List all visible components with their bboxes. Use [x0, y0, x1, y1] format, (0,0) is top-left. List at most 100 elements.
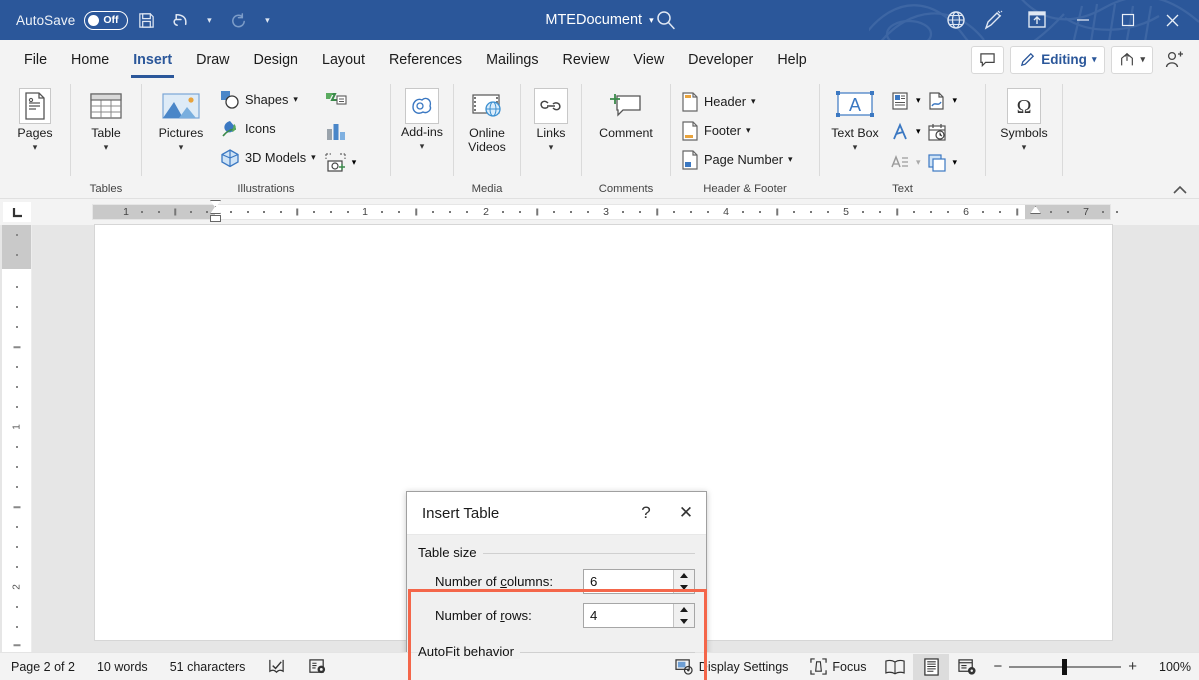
maximize-button[interactable] — [1105, 0, 1150, 40]
drop-cap-icon[interactable] — [886, 149, 914, 176]
tab-developer[interactable]: Developer — [676, 46, 765, 73]
text-box-button[interactable]: A Text Box ▾ — [826, 83, 884, 154]
tab-references[interactable]: References — [377, 46, 474, 73]
links-dropdown-icon[interactable]: ▾ — [549, 140, 554, 154]
undo-dropdown-icon[interactable]: ▾ — [198, 5, 220, 35]
document-title-dropdown-icon[interactable]: ▾ — [649, 16, 654, 25]
rows-stepper[interactable]: 4 — [583, 603, 695, 628]
dialog-close-button[interactable]: ✕ — [666, 492, 706, 534]
pages-dropdown-icon[interactable]: ▾ — [33, 140, 38, 154]
tab-review[interactable]: Review — [551, 46, 622, 73]
collapse-ribbon-icon[interactable] — [1171, 184, 1189, 196]
accessibility-checker-icon[interactable] — [297, 653, 338, 680]
tab-file[interactable]: File — [12, 46, 59, 73]
ribbon-display-options-icon[interactable] — [1014, 5, 1060, 35]
search-icon[interactable] — [655, 9, 677, 31]
zoom-track[interactable] — [1009, 666, 1121, 668]
autosave-toggle[interactable]: Off — [84, 11, 128, 30]
print-layout-icon[interactable] — [913, 654, 949, 680]
columns-stepper[interactable]: 6 — [583, 569, 695, 594]
tab-mailings[interactable]: Mailings — [474, 46, 550, 73]
signature-line-icon[interactable] — [923, 87, 951, 114]
editing-dropdown-icon[interactable]: ▾ — [1092, 55, 1097, 64]
rows-increment-icon[interactable] — [674, 604, 694, 616]
focus-button[interactable]: Focus — [799, 653, 877, 680]
3d-models-button[interactable]: 3D Models ▾ — [216, 143, 320, 172]
tab-help[interactable]: Help — [765, 46, 818, 73]
accessibility-globe-icon[interactable] — [940, 5, 972, 35]
add-ins-button[interactable]: Add-ins ▾ — [397, 83, 447, 153]
pages-button[interactable]: Pages ▾ — [6, 83, 64, 154]
quick-parts-dropdown-icon[interactable]: ▾ — [916, 96, 921, 105]
zoom-level-label[interactable]: 100% — [1145, 660, 1191, 674]
signature-line-dropdown-icon[interactable]: ▾ — [953, 96, 958, 105]
table-button[interactable]: Table ▾ — [77, 83, 135, 154]
drop-cap-dropdown-icon[interactable]: ▾ — [916, 158, 921, 167]
web-layout-icon[interactable] — [949, 654, 985, 680]
text-box-dropdown-icon[interactable]: ▾ — [853, 140, 858, 154]
links-button[interactable]: Links ▾ — [527, 83, 575, 154]
zoom-handle[interactable] — [1062, 659, 1067, 675]
footer-button[interactable]: Footer ▾ — [677, 116, 797, 145]
table-dropdown-icon[interactable]: ▾ — [104, 140, 109, 154]
tab-draw[interactable]: Draw — [184, 46, 241, 73]
shapes-dropdown-icon[interactable]: ▾ — [293, 95, 298, 104]
symbols-dropdown-icon[interactable]: ▾ — [1022, 140, 1027, 154]
customize-quick-access-icon[interactable]: ▾ — [256, 5, 278, 35]
zoom-slider[interactable]: − + — [985, 658, 1145, 675]
3d-models-dropdown-icon[interactable]: ▾ — [311, 153, 316, 162]
page-indicator[interactable]: Page 2 of 2 — [0, 653, 86, 680]
footer-dropdown-icon[interactable]: ▾ — [746, 126, 751, 135]
page-number-dropdown-icon[interactable]: ▾ — [788, 155, 793, 164]
page-number-button[interactable]: Page Number ▾ — [677, 145, 797, 174]
pictures-dropdown-icon[interactable]: ▾ — [179, 140, 184, 154]
zoom-in-button[interactable]: + — [1128, 658, 1137, 675]
add-ins-dropdown-icon[interactable]: ▾ — [420, 139, 425, 153]
draw-pen-icon[interactable] — [972, 5, 1014, 35]
proofing-errors-icon[interactable] — [256, 653, 297, 680]
zoom-out-button[interactable]: − — [993, 658, 1002, 675]
redo-icon[interactable] — [222, 5, 254, 35]
share-people-icon[interactable] — [1159, 46, 1189, 74]
icons-button[interactable]: Icons — [216, 114, 320, 143]
date-time-icon[interactable] — [923, 118, 951, 145]
comment-icon[interactable] — [971, 46, 1004, 74]
object-dropdown-icon[interactable]: ▾ — [953, 158, 958, 167]
vertical-ruler[interactable]: 1 2 — [2, 225, 32, 662]
screenshot-dropdown-icon[interactable]: ▾ — [352, 158, 357, 167]
word-count[interactable]: 10 words — [86, 653, 159, 680]
columns-increment-icon[interactable] — [674, 570, 694, 582]
smartart-icon[interactable] — [322, 87, 350, 114]
editing-mode-button[interactable]: Editing ▾ — [1010, 46, 1105, 74]
character-count[interactable]: 51 characters — [159, 653, 257, 680]
tab-design[interactable]: Design — [242, 46, 311, 73]
new-comment-button[interactable]: Comment — [588, 83, 664, 140]
quick-parts-icon[interactable] — [886, 87, 914, 114]
share-dropdown-icon[interactable]: ▾ — [1140, 55, 1145, 64]
columns-decrement-icon[interactable] — [674, 582, 694, 594]
close-button[interactable] — [1150, 0, 1195, 40]
pictures-button[interactable]: Pictures ▾ — [148, 83, 214, 154]
display-settings-button[interactable]: Display Settings — [664, 653, 800, 680]
tab-view[interactable]: View — [621, 46, 676, 73]
shapes-button[interactable]: Shapes ▾ — [216, 85, 320, 114]
wordart-icon[interactable] — [886, 118, 914, 145]
horizontal-ruler[interactable]: 1 1 2 3 4 — [92, 204, 1111, 220]
left-indent-marker[interactable] — [210, 215, 221, 222]
header-dropdown-icon[interactable]: ▾ — [751, 97, 756, 106]
chart-icon[interactable] — [322, 118, 350, 145]
wordart-dropdown-icon[interactable]: ▾ — [916, 127, 921, 136]
minimize-button[interactable] — [1060, 0, 1105, 40]
rows-decrement-icon[interactable] — [674, 616, 694, 628]
symbols-button[interactable]: Ω Symbols ▾ — [992, 83, 1056, 154]
online-videos-button[interactable]: Online Videos — [460, 83, 514, 154]
screenshot-icon[interactable] — [322, 149, 350, 176]
share-button[interactable]: ▾ — [1111, 46, 1153, 74]
header-button[interactable]: Header ▾ — [677, 87, 797, 116]
undo-icon[interactable] — [164, 5, 196, 35]
object-icon[interactable] — [923, 149, 951, 176]
left-tab-stop-icon[interactable] — [2, 201, 32, 223]
tab-insert[interactable]: Insert — [121, 46, 184, 73]
save-icon[interactable] — [130, 5, 162, 35]
tab-layout[interactable]: Layout — [310, 46, 377, 73]
